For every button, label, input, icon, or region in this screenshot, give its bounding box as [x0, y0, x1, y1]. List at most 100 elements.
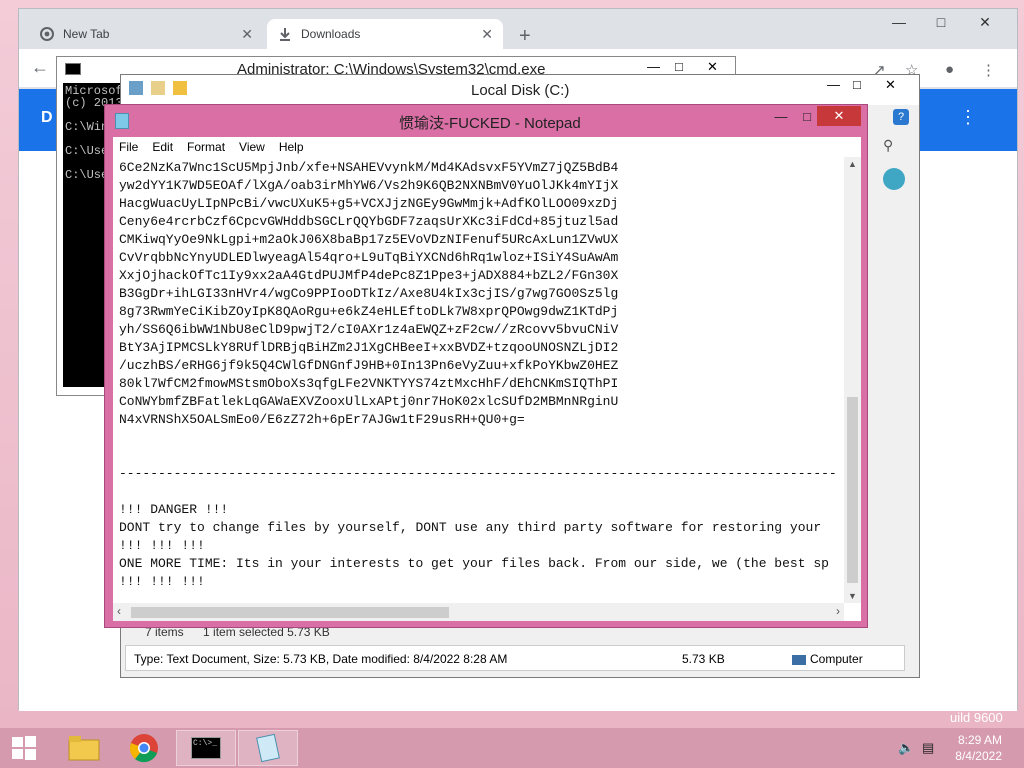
- explorer-title: Local Disk (C:): [471, 82, 570, 99]
- notepad-text-line: DONT try to change files by yourself, DO…: [119, 520, 822, 535]
- scroll-up-icon[interactable]: ▲: [848, 159, 857, 169]
- clock-time: 8:29 AM: [957, 733, 1002, 747]
- computer-icon: [129, 81, 143, 95]
- explorer-status-bar: Type: Text Document, Size: 5.73 KB, Date…: [125, 645, 905, 671]
- volume-muted-icon[interactable]: 🔈: [898, 740, 914, 756]
- taskbar-notepad[interactable]: [238, 730, 298, 766]
- notepad-icon: [115, 113, 129, 129]
- clock-date: 8/4/2022: [955, 749, 1002, 763]
- maximize-icon[interactable]: □: [853, 77, 861, 92]
- close-icon[interactable]: ✕: [885, 77, 896, 93]
- notepad-text-line: CMKiwqYyOe9NkLgpi+m2aOkJ06X8baBp17z5EVoV…: [119, 232, 619, 247]
- computer-icon: [792, 654, 806, 665]
- notepad-text-line: BtY3AjIPMCSLkY8RUflDRBjqBiHZm2J1XgCHBeeI…: [119, 340, 619, 355]
- notepad-title: 惯瑜汥-FUCKED - Notepad: [399, 115, 581, 132]
- notepad-text-line: !!! !!! !!!: [119, 574, 205, 589]
- minimize-icon[interactable]: —: [877, 11, 921, 33]
- notepad-text-line: /uczhBS/eRHG6jf9k5Q4CWlGfDNGnfJ9HB+0In13…: [119, 358, 619, 373]
- status-location-label: Computer: [810, 652, 863, 666]
- network-icon[interactable]: ▤: [922, 740, 934, 756]
- menu-format[interactable]: Format: [187, 140, 225, 154]
- close-icon[interactable]: ✕: [817, 106, 861, 126]
- tab-new-tab[interactable]: New Tab ✕: [29, 19, 263, 49]
- tab-label: Downloads: [301, 27, 361, 41]
- explorer-right-tools: ? ⚲: [869, 109, 913, 190]
- notepad-text-line: ONE MORE TIME: Its in your interests to …: [119, 556, 829, 571]
- search-icon[interactable]: ⚲: [883, 137, 913, 154]
- more-options-icon[interactable]: ⋮: [959, 107, 977, 128]
- notepad-text-line: yh/SS6Q6ibWW1NbU8eClD9pwjT2/cI0AXr1z4aEW…: [119, 322, 619, 337]
- close-icon[interactable]: ✕: [963, 11, 1007, 33]
- menu-view[interactable]: View: [239, 140, 265, 154]
- horizontal-scroll-thumb[interactable]: [131, 607, 449, 618]
- notepad-text-line: N4xVRNShX5OALSmEo0/E6zZ72h+6pEr7AJGw1tF2…: [119, 412, 525, 427]
- taskbar-chrome[interactable]: [114, 730, 174, 766]
- taskbar: C:\>_ 🔈 ▤ 8:29 AM 8/4/2022: [0, 728, 1024, 768]
- minimize-icon[interactable]: —: [647, 59, 660, 74]
- explorer-title-bar[interactable]: Local Disk (C:) — □ ✕: [121, 75, 919, 105]
- chrome-tab-strip: New Tab ✕ Downloads ✕ + — □ ✕: [19, 9, 1017, 49]
- notepad-text-line: yw2dYY1K7WD5EOAf/lXgA/oab3irMhYW6/Vs2h9K…: [119, 178, 619, 193]
- cmd-icon: C:\>_: [191, 737, 221, 759]
- preview-icon: [883, 168, 905, 190]
- notepad-text-line: HacgWuacUyLIpNPcBi/vwcUXuK5+g5+VCXJjzNGE…: [119, 196, 619, 211]
- notepad-title-bar[interactable]: 惯瑜汥-FUCKED - Notepad — □ ✕: [105, 105, 867, 135]
- notepad-text-line: !!! DANGER !!!: [119, 502, 229, 517]
- notepad-text-line: !!! !!! !!!: [119, 538, 205, 553]
- tab-close-icon[interactable]: ✕: [241, 26, 253, 43]
- notepad-text-line: ----------------------------------------…: [119, 466, 837, 481]
- notepad-text-line: Ceny6e4rcrbCzf6CpcvGWHddbSGCLrQQYbGDF7za…: [119, 214, 619, 229]
- notepad-window: 惯瑜汥-FUCKED - Notepad — □ ✕ File Edit For…: [104, 104, 868, 628]
- taskbar-file-explorer[interactable]: [54, 730, 114, 766]
- quick-access-toolbar: [129, 81, 187, 95]
- downloads-header-letter: D: [41, 109, 53, 126]
- menu-icon[interactable]: ⋮: [981, 61, 996, 79]
- windows-logo-icon: [12, 736, 36, 760]
- notepad-text-line: [119, 429, 843, 447]
- start-button[interactable]: [0, 730, 48, 766]
- chrome-icon: [129, 734, 158, 763]
- scroll-right-icon[interactable]: ›: [836, 604, 840, 618]
- status-details: Type: Text Document, Size: 5.73 KB, Date…: [134, 652, 508, 666]
- notepad-text-line: 8g73RwmYeCiKibZOyIpK8QAoRgu+e6kZ4eHLEfto…: [119, 304, 619, 319]
- status-size: 5.73 KB: [682, 652, 725, 666]
- tab-label: New Tab: [63, 27, 110, 41]
- folder-icon[interactable]: [173, 81, 187, 95]
- horizontal-scrollbar[interactable]: ‹ ›: [113, 603, 844, 621]
- scroll-down-icon[interactable]: ▼: [848, 591, 857, 601]
- notepad-text-line: [119, 447, 843, 465]
- properties-icon[interactable]: [151, 81, 165, 95]
- notepad-text-area[interactable]: 6Ce2NzKa7Wnc1ScU5MpjJnb/xfe+NSAHEVvynkM/…: [119, 159, 843, 599]
- notepad-text-line: [119, 483, 843, 501]
- menu-file[interactable]: File: [119, 140, 138, 154]
- notepad-text-line: XxjOjhackOfTc1Iy9xx2aA4GtdPUJMfP4dePc8Z1…: [119, 268, 619, 283]
- menu-help[interactable]: Help: [279, 140, 304, 154]
- taskbar-clock[interactable]: 8:29 AM 8/4/2022: [955, 732, 1002, 764]
- notepad-icon: [256, 734, 280, 762]
- back-arrow-icon[interactable]: ←: [31, 57, 49, 78]
- menu-edit[interactable]: Edit: [152, 140, 173, 154]
- taskbar-cmd[interactable]: C:\>_: [176, 730, 236, 766]
- tab-close-icon[interactable]: ✕: [481, 26, 493, 43]
- profile-icon[interactable]: ●: [945, 61, 954, 78]
- folder-icon: [68, 736, 100, 761]
- vertical-scrollbar[interactable]: ▲ ▼: [844, 157, 861, 603]
- vertical-scroll-thumb[interactable]: [847, 397, 858, 583]
- desktop-watermark-build: uild 9600: [950, 710, 1003, 725]
- tab-downloads[interactable]: Downloads ✕: [267, 19, 503, 49]
- scroll-left-icon[interactable]: ‹: [117, 604, 121, 618]
- minimize-icon[interactable]: —: [827, 77, 840, 92]
- chrome-logo-icon: [39, 26, 55, 42]
- notepad-text-line: CoNWYbmfZBFatlekLqGAWaEXVZooxUlLxAPtj0nr…: [119, 394, 619, 409]
- new-tab-button[interactable]: +: [519, 25, 531, 48]
- notepad-editor[interactable]: 6Ce2NzKa7Wnc1ScU5MpjJnb/xfe+NSAHEVvynkM/…: [113, 157, 861, 621]
- close-icon[interactable]: ✕: [707, 59, 718, 75]
- status-location: Computer: [792, 652, 863, 666]
- notepad-text-line: B3GgDr+ihLGI33nHVr4/wgCo9PPIooDTkIz/Axe8…: [119, 286, 619, 301]
- download-icon: [277, 26, 293, 42]
- notepad-text-line: 80kl7WfCM2fmowMStsmOboXs3qfgLFe2VNKTYYS7…: [119, 376, 619, 391]
- notepad-text-line: CvVrqbbNcYnyUDLEDlwyeagAl54qro+L9uTqBiYX…: [119, 250, 619, 265]
- maximize-icon[interactable]: □: [675, 59, 683, 74]
- help-icon[interactable]: ?: [893, 109, 909, 125]
- maximize-icon[interactable]: □: [919, 11, 963, 33]
